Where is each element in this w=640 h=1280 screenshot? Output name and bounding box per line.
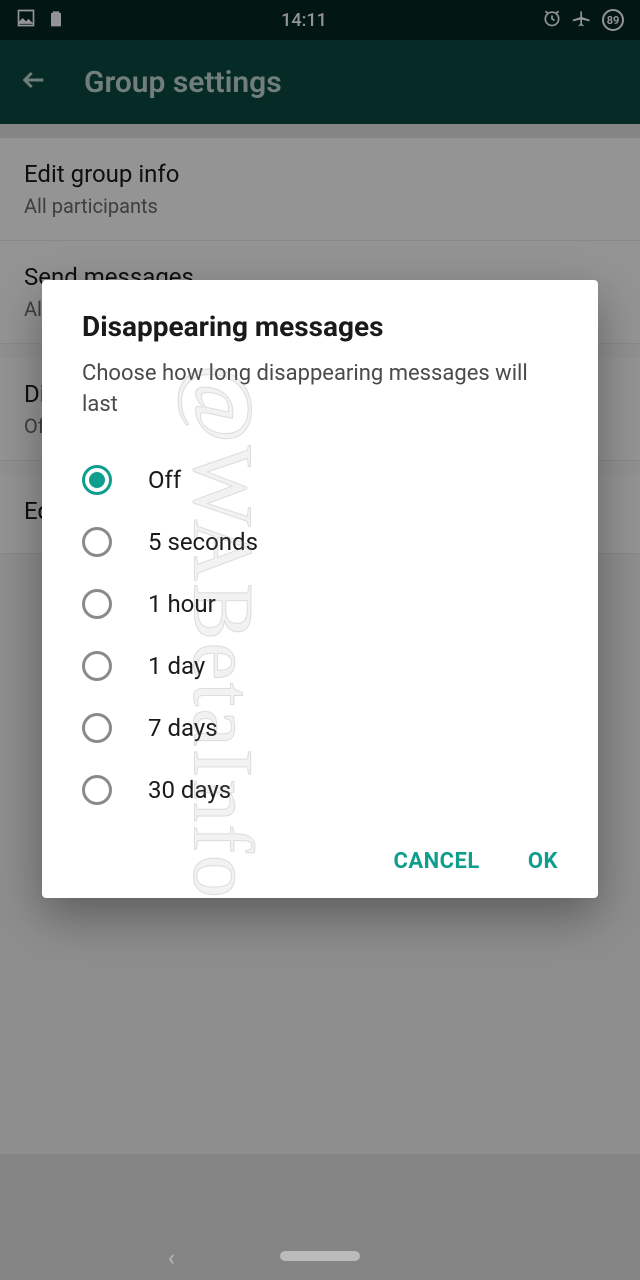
radio-label: 7 days [148, 714, 218, 742]
radio-label: 30 days [148, 776, 231, 804]
radio-icon [82, 527, 112, 557]
radio-option[interactable]: 7 days [42, 697, 598, 759]
radio-option[interactable]: 5 seconds [42, 511, 598, 573]
dialog-title: Disappearing messages [42, 310, 598, 343]
ok-button[interactable]: OK [528, 849, 558, 874]
radio-icon [82, 775, 112, 805]
radio-list: Off 5 seconds 1 hour 1 day 7 days 30 days [42, 449, 598, 821]
radio-label: Off [148, 466, 181, 494]
dialog-subtitle: Choose how long disappearing messages wi… [42, 359, 598, 421]
radio-option[interactable]: 1 hour [42, 573, 598, 635]
radio-label: 1 hour [148, 590, 216, 618]
radio-icon [82, 651, 112, 681]
radio-icon [82, 465, 112, 495]
radio-label: 1 day [148, 652, 205, 680]
radio-option[interactable]: 1 day [42, 635, 598, 697]
radio-option[interactable]: 30 days [42, 759, 598, 821]
system-nav-bar: ‹ [0, 1232, 640, 1280]
radio-icon [82, 589, 112, 619]
radio-option[interactable]: Off [42, 449, 598, 511]
dialog-actions: CANCEL OK [42, 821, 598, 884]
radio-label: 5 seconds [148, 528, 258, 556]
disappearing-messages-dialog: Disappearing messages Choose how long di… [42, 280, 598, 898]
cancel-button[interactable]: CANCEL [393, 849, 479, 874]
radio-icon [82, 713, 112, 743]
nav-home-pill[interactable] [280, 1251, 360, 1261]
nav-back-icon[interactable]: ‹ [168, 1246, 175, 1271]
